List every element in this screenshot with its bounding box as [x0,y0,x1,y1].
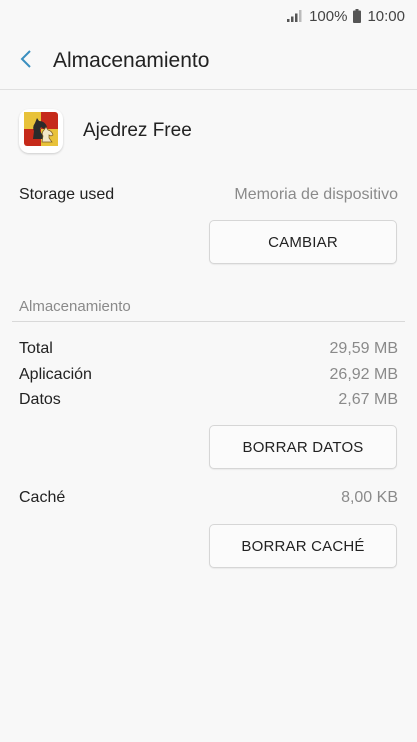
data-size-row: Datos 2,67 MB [19,391,398,409]
battery-icon [353,9,362,23]
total-value: 29,59 MB [329,340,398,357]
app-size-row: Aplicación 26,92 MB [19,366,398,384]
clear-data-button[interactable]: BORRAR DATOS [209,425,397,469]
change-storage-button[interactable]: CAMBIAR [209,220,397,264]
header-divider [0,89,417,90]
signal-icon [287,10,303,22]
data-size-value: 2,67 MB [338,391,398,408]
app-header: Ajedrez Free [19,109,192,153]
storage-used-label: Storage used [19,186,115,203]
app-size-value: 26,92 MB [329,366,398,383]
chevron-left-icon [20,49,32,74]
total-row: Total 29,59 MB [19,340,398,358]
app-bar: Almacenamiento [0,36,417,86]
storage-used-row: Storage used Memoria de dispositivo [19,186,398,204]
cache-value: 8,00 KB [341,489,398,506]
app-name: Ajedrez Free [83,120,192,141]
page-title: Almacenamiento [53,49,210,72]
battery-percent: 100% [309,7,348,25]
data-size-label: Datos [19,391,61,408]
storage-used-value: Memoria de dispositivo [234,186,398,203]
clear-cache-button[interactable]: BORRAR CACHÉ [209,524,397,568]
clock: 10:00 [367,7,405,25]
chess-knight-icon [23,111,59,152]
section-title: Almacenamiento [19,298,131,315]
app-icon [19,109,63,153]
cache-label: Caché [19,489,66,506]
status-bar: 100% 10:00 [0,0,417,32]
back-button[interactable] [0,36,52,86]
total-label: Total [19,340,53,357]
app-size-label: Aplicación [19,366,92,383]
cache-row: Caché 8,00 KB [19,489,398,507]
section-divider [12,321,405,322]
